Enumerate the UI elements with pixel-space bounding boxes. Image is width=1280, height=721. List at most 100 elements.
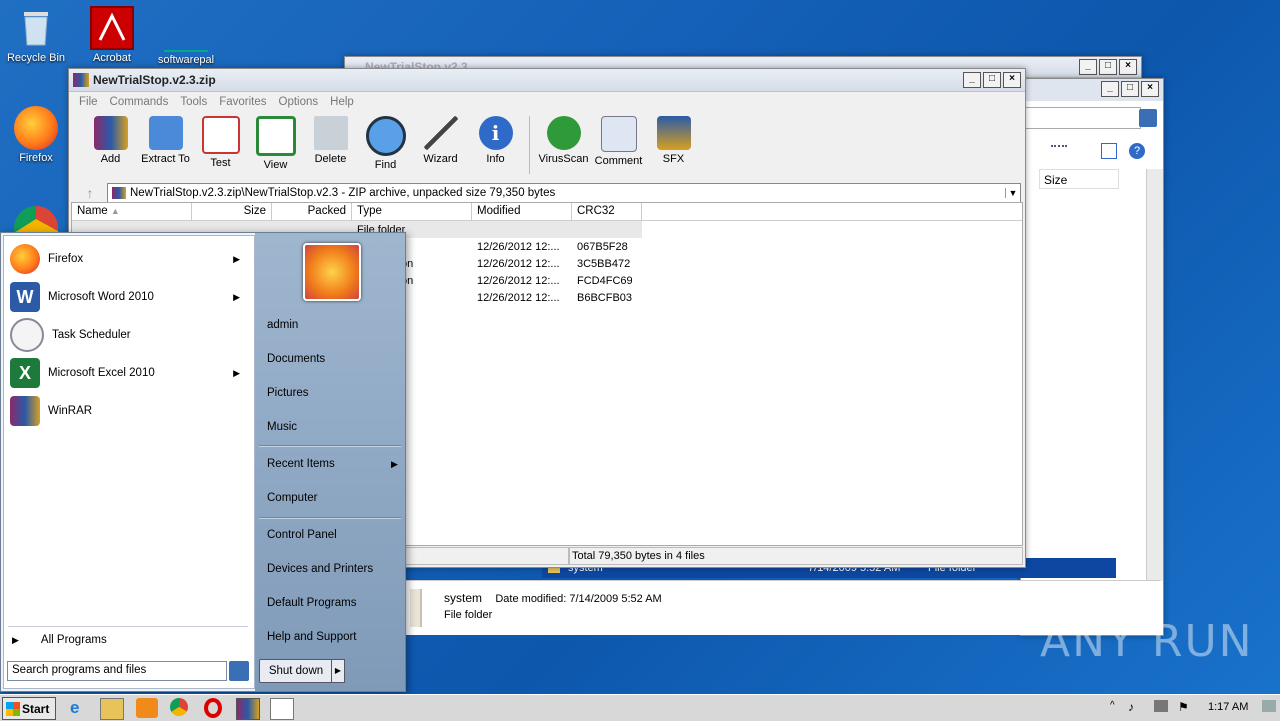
shutdown-options-button[interactable]: ▶ — [331, 659, 345, 683]
menu-options[interactable]: Options — [273, 96, 325, 108]
view-button[interactable]: View — [248, 116, 303, 171]
winrar-icon — [73, 73, 89, 87]
all-programs-label: All Programs — [40, 634, 107, 646]
address-bar[interactable] — [1021, 107, 1141, 129]
show-desktop-button[interactable] — [1262, 700, 1276, 712]
help-icon[interactable]: ? — [1129, 143, 1145, 159]
program-label: Microsoft Word 2010 — [48, 291, 154, 303]
program-winrar[interactable]: WinRAR — [10, 394, 250, 428]
column-modified[interactable]: Modified — [472, 203, 572, 220]
network-icon[interactable] — [1154, 700, 1168, 712]
scrollbar[interactable] — [1146, 169, 1163, 581]
program-task-scheduler[interactable]: Task Scheduler — [10, 318, 250, 352]
place-documents[interactable]: Documents — [267, 353, 325, 365]
chevron-down-icon[interactable]: ▼ — [1005, 188, 1020, 198]
sfx-box-icon — [656, 116, 691, 150]
media-player-icon[interactable] — [136, 698, 158, 718]
menu-commands[interactable]: Commands — [104, 96, 175, 108]
firefox-icon — [10, 244, 40, 274]
wizard-button[interactable]: Wizard — [413, 116, 468, 165]
close-button[interactable]: × — [1119, 59, 1137, 75]
internet-explorer-icon[interactable]: e — [70, 698, 92, 718]
desktop-icon-recycle-bin[interactable]: Recycle Bin — [0, 6, 72, 64]
maximize-button[interactable]: □ — [1121, 81, 1139, 97]
tray-chevron-up-icon[interactable]: ^ — [1110, 700, 1115, 711]
program-word[interactable]: W Microsoft Word 2010 ▶ — [10, 280, 250, 314]
maximize-button[interactable]: □ — [1099, 59, 1117, 75]
minimize-button[interactable]: _ — [1079, 59, 1097, 75]
taskbar: Start e ^ ♪ ⚑ 1:17 AM — [0, 694, 1280, 721]
test-button[interactable]: Test — [193, 116, 248, 169]
add-button[interactable]: Add — [83, 116, 138, 165]
user-picture[interactable] — [303, 243, 361, 301]
winrar-icon[interactable] — [236, 698, 260, 720]
shutdown-button[interactable]: Shut down — [259, 659, 333, 683]
notepad-icon[interactable] — [270, 698, 294, 720]
preview-pane-icon[interactable] — [1101, 143, 1117, 159]
sfx-button[interactable]: SFX — [646, 116, 701, 165]
delete-button[interactable]: Delete — [303, 116, 358, 165]
desktop-icon-softwarepal[interactable]: softwarepal — [150, 6, 222, 66]
cell-crc: B6BCFB03 — [577, 291, 633, 304]
menu-file[interactable]: File — [73, 96, 104, 108]
desktop-icon-label: Firefox — [19, 152, 53, 164]
place-recent-items[interactable]: Recent Items — [267, 458, 335, 470]
column-name[interactable]: Name ▲ — [72, 203, 192, 220]
desktop-icon-firefox[interactable]: Firefox — [0, 106, 72, 164]
chrome-icon[interactable] — [14, 206, 58, 232]
place-pictures[interactable]: Pictures — [267, 387, 309, 399]
search-icon[interactable] — [1139, 109, 1157, 127]
extract-to-button[interactable]: Extract To — [138, 116, 193, 165]
column-header-size[interactable]: Size — [1039, 169, 1119, 189]
close-button[interactable]: × — [1003, 72, 1021, 88]
column-packed[interactable]: Packed — [272, 203, 352, 220]
minimize-button[interactable]: _ — [963, 72, 981, 88]
place-music[interactable]: Music — [267, 421, 297, 433]
info-button[interactable]: i Info — [468, 116, 523, 165]
view-options-icon[interactable] — [1051, 145, 1067, 159]
volume-icon[interactable]: ♪ — [1128, 700, 1134, 714]
clock[interactable]: 1:17 AM — [1208, 701, 1248, 713]
programs-pane: Firefox ▶ W Microsoft Word 2010 ▶ Task S… — [3, 235, 255, 689]
explorer-window-front[interactable]: _ □ × ? Size — [1020, 78, 1164, 636]
word-icon: W — [10, 282, 40, 312]
file-explorer-icon[interactable] — [100, 698, 124, 720]
place-default-programs[interactable]: Default Programs — [267, 597, 356, 609]
menu-favorites[interactable]: Favorites — [213, 96, 272, 108]
chrome-icon[interactable] — [170, 698, 188, 716]
minimize-button[interactable]: _ — [1101, 81, 1119, 97]
file-icon — [164, 6, 208, 52]
path-field[interactable]: NewTrialStop.v2.3.zip\NewTrialStop.v2.3 … — [107, 183, 1021, 203]
place-devices-printers[interactable]: Devices and Printers — [267, 563, 373, 575]
find-button[interactable]: Find — [358, 116, 413, 171]
button-label: Find — [374, 159, 397, 171]
maximize-button[interactable]: □ — [983, 72, 1001, 88]
desktop-icon-acrobat[interactable]: Acrobat — [76, 6, 148, 64]
all-programs-button[interactable]: ▶ All Programs — [12, 634, 107, 646]
menu-help[interactable]: Help — [324, 96, 360, 108]
virusscan-button[interactable]: VirusScan — [536, 116, 591, 165]
opera-icon[interactable] — [204, 698, 222, 718]
clock-icon — [10, 318, 44, 352]
program-excel[interactable]: X Microsoft Excel 2010 ▶ — [10, 356, 250, 390]
desktop-icon-label: Acrobat — [93, 52, 131, 64]
path-bar: ↑ NewTrialStop.v2.3.zip\NewTrialStop.v2.… — [73, 182, 1021, 204]
start-button[interactable]: Start — [2, 697, 56, 720]
action-center-flag-icon[interactable]: ⚑ — [1178, 700, 1189, 714]
menu-tools[interactable]: Tools — [174, 96, 213, 108]
place-control-panel[interactable]: Control Panel — [267, 529, 337, 541]
comment-button[interactable]: Comment — [591, 116, 646, 167]
up-arrow-icon[interactable]: ↑ — [73, 185, 107, 201]
place-help-support[interactable]: Help and Support — [267, 631, 357, 643]
close-button[interactable]: × — [1141, 81, 1159, 97]
title-bar[interactable]: NewTrialStop.v2.3.zip _ □ × — [69, 69, 1025, 92]
column-type[interactable]: Type — [352, 203, 472, 220]
column-crc32[interactable]: CRC32 — [572, 203, 642, 220]
search-icon[interactable] — [229, 661, 249, 681]
place-computer[interactable]: Computer — [267, 492, 318, 504]
place-admin[interactable]: admin — [267, 319, 298, 331]
column-size[interactable]: Size — [192, 203, 272, 220]
places-pane: admin Documents Pictures Music Recent It… — [255, 233, 405, 691]
program-firefox[interactable]: Firefox ▶ — [10, 242, 250, 276]
search-box[interactable]: Search programs and files — [7, 661, 227, 681]
